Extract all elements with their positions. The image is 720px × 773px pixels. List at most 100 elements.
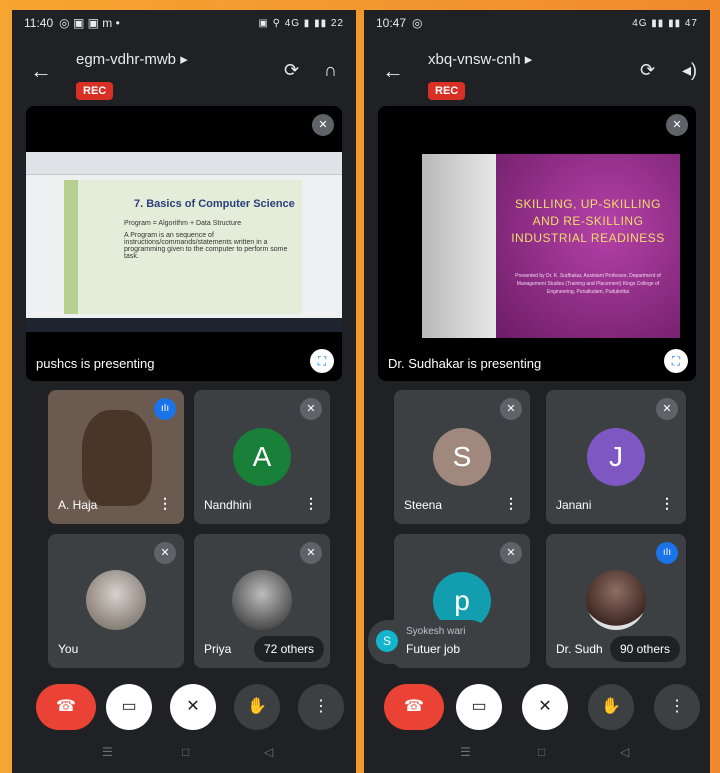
mic-off-icon: ✕: [656, 398, 678, 420]
audio-wave-icon: ıIı: [154, 398, 176, 420]
flip-camera-icon[interactable]: ⟳: [284, 60, 299, 81]
avatar: [86, 570, 146, 630]
flip-camera-icon[interactable]: ⟳: [640, 60, 655, 81]
meeting-code[interactable]: egm-vdhr-mwb ▸: [76, 50, 188, 68]
participant-name: Steena: [404, 498, 443, 512]
home-icon[interactable]: □: [538, 745, 545, 759]
more-vert-icon[interactable]: ⋮: [660, 495, 674, 512]
participant-tile[interactable]: ✕ You: [48, 534, 184, 668]
presenting-caption: Dr. Sudhakar is presenting: [388, 356, 542, 371]
mic-off-icon: ✕: [500, 398, 522, 420]
avatar: S: [433, 428, 491, 486]
status-time: 10:47: [376, 16, 407, 30]
slide-title: SKILLING, UP-SKILLING AND RE-SKILLING INDU…: [511, 197, 665, 245]
presentation-view[interactable]: ✕ 7. Basics of Computer Science Program …: [26, 106, 342, 381]
status-icons: ◎ ▣ ▣ m •: [59, 16, 120, 30]
participant-name: Dr. Sudh: [556, 642, 603, 656]
slide-line: Program = Algorithm + Data Structure: [124, 220, 242, 227]
phone-screen-left: 11:40 ◎ ▣ ▣ m • ▣ ⚲ 4G ▮ ▮▮ 22 ← egm-vdh…: [12, 10, 356, 773]
slide: SKILLING, UP-SKILLING AND RE-SKILLING INDU…: [496, 154, 680, 338]
raise-hand-icon[interactable]: ✋: [234, 684, 280, 730]
participant-name: You: [58, 642, 79, 656]
toast-avatar: S: [376, 630, 398, 652]
others-count[interactable]: 90 others: [609, 636, 680, 662]
status-right-icons: ▣ ⚲ 4G ▮ ▮▮ 22: [258, 17, 344, 29]
raise-hand-icon[interactable]: ✋: [588, 684, 634, 730]
mic-off-icon[interactable]: ✕: [170, 684, 216, 730]
participant-tile[interactable]: ıIı A. Haja ⋮: [48, 390, 184, 524]
mic-off-icon: ✕: [154, 542, 176, 564]
browser-toolbar: [26, 152, 342, 175]
toast-message: Futuer job: [406, 642, 461, 656]
status-right-icons: 4G ▮▮ ▮▮ 47: [632, 17, 698, 29]
toast-sender: Syokesh wari: [406, 626, 466, 637]
end-call-icon[interactable]: ☎: [384, 684, 444, 730]
mic-off-icon: ✕: [300, 542, 322, 564]
status-bar: 10:47 ◎ 4G ▮▮ ▮▮ 47: [364, 10, 710, 36]
slide-presenter-info: Presented by Dr. K. Sudhakar, Assistant …: [515, 273, 661, 295]
participant-name: Janani: [556, 498, 592, 512]
expand-icon[interactable]: ⛶: [664, 349, 688, 373]
call-controls: ☎ ▭ ✕ ✋ ⋮: [364, 684, 710, 734]
mic-off-icon: ✕: [500, 542, 522, 564]
participant-tile[interactable]: ✕ S Steena ⋮: [394, 390, 530, 524]
more-vert-icon[interactable]: ⋮: [654, 684, 700, 730]
status-bar: 11:40 ◎ ▣ ▣ m • ▣ ⚲ 4G ▮ ▮▮ 22: [12, 10, 356, 36]
audio-wave-icon: ıIı: [656, 542, 678, 564]
participant-tile[interactable]: ✕ J Janani ⋮: [546, 390, 686, 524]
others-count[interactable]: 72 others: [253, 636, 324, 662]
more-vert-icon[interactable]: ⋮: [298, 684, 344, 730]
mic-off-icon: ✕: [312, 114, 334, 136]
meeting-top-bar: ← egm-vdhr-mwb ▸ REC ⟳ ∩: [12, 48, 356, 108]
avatar: [232, 570, 292, 630]
rec-badge: REC: [76, 82, 114, 100]
end-call-icon[interactable]: ☎: [36, 684, 96, 730]
call-controls: ☎ ▭ ✕ ✋ ⋮: [12, 684, 356, 734]
slide: 7. Basics of Computer Science Program = …: [64, 180, 302, 314]
headphones-icon[interactable]: ∩: [324, 60, 337, 81]
home-icon[interactable]: □: [182, 745, 189, 759]
presenting-caption: pushcs is presenting: [36, 356, 155, 371]
status-icons: ◎: [412, 16, 423, 30]
presentation-view[interactable]: ✕ SKILLING, UP-SKILLING AND RE-SKILLING IN…: [378, 106, 696, 381]
taskbar: [26, 318, 342, 332]
more-vert-icon[interactable]: ⋮: [158, 495, 172, 512]
arrow-left-icon[interactable]: ←: [30, 58, 52, 84]
recents-icon[interactable]: ☰: [460, 745, 471, 759]
status-time: 11:40: [24, 16, 54, 30]
mic-off-icon: ✕: [300, 398, 322, 420]
avatar: J: [587, 428, 645, 486]
avatar: [586, 570, 646, 630]
rec-badge: REC: [428, 82, 466, 100]
avatar: A: [233, 428, 291, 486]
participant-tile[interactable]: ıIı Dr. Sudh 90 others: [546, 534, 686, 668]
back-icon[interactable]: ◁: [620, 745, 629, 759]
camera-off-icon[interactable]: ▭: [106, 684, 152, 730]
speaker-icon[interactable]: ◂): [682, 60, 697, 81]
more-vert-icon[interactable]: ⋮: [504, 495, 518, 512]
participant-name: Nandhini: [204, 498, 252, 512]
participant-name: Priya: [204, 642, 232, 656]
slide-accent: [64, 180, 78, 314]
phone-screen-right: 10:47 ◎ 4G ▮▮ ▮▮ 47 ← xbq-vnsw-cnh ▸ REC…: [364, 10, 710, 773]
mic-off-icon[interactable]: ✕: [522, 684, 568, 730]
participant-tile[interactable]: ✕ Priya 72 others: [194, 534, 330, 668]
meeting-code[interactable]: xbq-vnsw-cnh ▸: [428, 50, 532, 68]
more-vert-icon[interactable]: ⋮: [304, 495, 318, 512]
camera-off-icon[interactable]: ▭: [456, 684, 502, 730]
slide-margin: [422, 154, 496, 338]
shared-screen: SKILLING, UP-SKILLING AND RE-SKILLING INDU…: [422, 154, 680, 338]
arrow-left-icon[interactable]: ←: [382, 58, 404, 84]
system-nav-bar: ☰ □ ◁: [12, 745, 356, 765]
expand-icon[interactable]: ⛶: [310, 349, 334, 373]
chat-toast[interactable]: S Syokesh wari Futuer job: [368, 620, 490, 664]
mic-off-icon: ✕: [666, 114, 688, 136]
meeting-top-bar: ← xbq-vnsw-cnh ▸ REC ⟳ ◂): [364, 48, 710, 108]
back-icon[interactable]: ◁: [264, 745, 273, 759]
participant-tile[interactable]: ✕ A Nandhini ⋮: [194, 390, 330, 524]
shared-screen: 7. Basics of Computer Science Program = …: [26, 152, 342, 332]
recents-icon[interactable]: ☰: [102, 745, 113, 759]
system-nav-bar: ☰ □ ◁: [364, 745, 710, 765]
slide-line: A Program is an sequence of instructions…: [124, 232, 288, 260]
slide-title: 7. Basics of Computer Science: [134, 198, 295, 210]
